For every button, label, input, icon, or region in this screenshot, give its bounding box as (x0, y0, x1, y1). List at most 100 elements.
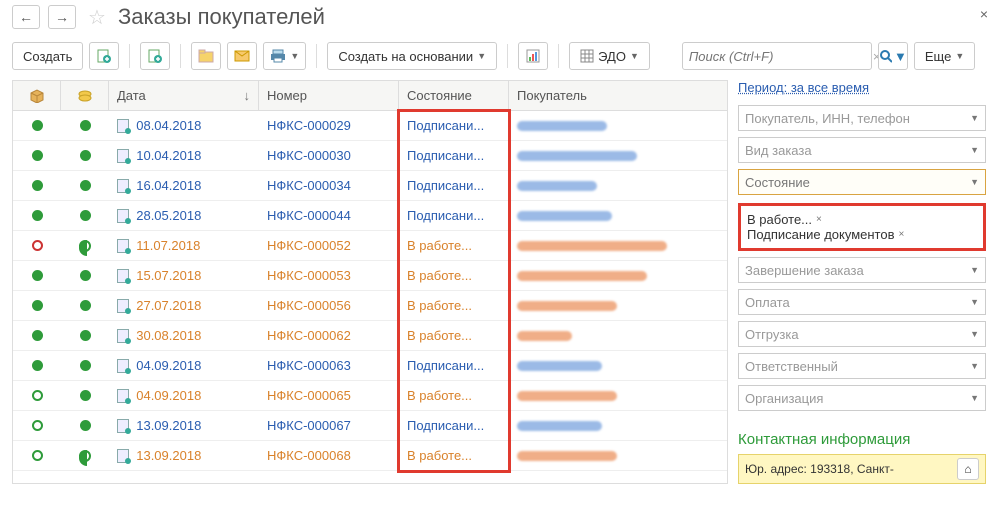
col-status2[interactable] (61, 81, 109, 110)
filter-organization[interactable]: Организация▼ (738, 385, 986, 411)
document-icon (117, 209, 129, 223)
row-date: 10.04.2018 (136, 148, 201, 163)
row-number: НФКС-000044 (259, 201, 399, 230)
table-row[interactable]: 16.04.2018НФКС-000034Подписани... (13, 171, 727, 201)
table-row[interactable]: 04.09.2018НФКС-000063Подписани... (13, 351, 727, 381)
favorite-star-icon[interactable]: ☆ (88, 5, 106, 30)
row-number: НФКС-000068 (259, 441, 399, 470)
status-dot-icon (32, 270, 43, 281)
search-input-wrap[interactable]: × (682, 42, 872, 70)
row-date: 16.04.2018 (136, 178, 201, 193)
mail-button[interactable] (227, 42, 257, 70)
nav-back-button[interactable]: ← (12, 5, 40, 29)
buyer-blurred (517, 301, 617, 311)
table-row[interactable]: 15.07.2018 НФКС-000053В работе... (13, 261, 727, 291)
table-row[interactable]: 30.08.2018НФКС-000062В работе... (13, 321, 727, 351)
search-button[interactable]: ▼ (878, 42, 908, 70)
folder-button[interactable] (191, 42, 221, 70)
status-ring-icon (32, 390, 43, 401)
status-ring-icon (32, 420, 43, 431)
row-state: В работе... (399, 231, 509, 260)
home-icon[interactable]: ⌂ (957, 458, 979, 480)
table-row[interactable]: 04.09.2018НФКС-000065В работе... (13, 381, 727, 411)
report-button[interactable] (518, 42, 548, 70)
table-row[interactable]: 13.09.2018НФКС-000067Подписани... (13, 411, 727, 441)
buyer-blurred (517, 151, 637, 161)
filter-payment[interactable]: Оплата▼ (738, 289, 986, 315)
document-icon (117, 119, 129, 133)
contact-info-title: Контактная информация (738, 431, 986, 448)
row-date: 30.08.2018 (136, 328, 201, 343)
filter-order-type[interactable]: Вид заказа▼ (738, 137, 986, 163)
buyer-blurred (517, 361, 602, 371)
add-line-button[interactable] (140, 42, 170, 70)
status-dot-icon (80, 180, 91, 191)
buyer-blurred (517, 181, 597, 191)
row-state: Подписани... (399, 141, 509, 170)
close-icon[interactable]: × (980, 6, 988, 22)
buyer-blurred (517, 421, 602, 431)
row-state: В работе... (399, 261, 509, 290)
period-link[interactable]: Период: за все время (738, 80, 986, 95)
status-dot-icon (80, 120, 91, 131)
edo-button[interactable]: ЭДО ▼ (569, 42, 650, 70)
page-title: Заказы покупателей (118, 4, 325, 30)
row-state: В работе... (399, 291, 509, 320)
table-row[interactable]: 08.04.2018НФКС-000029Подписани... (13, 111, 727, 141)
create-based-button[interactable]: Создать на основании ▼ (327, 42, 497, 70)
filter-finish[interactable]: Завершение заказа▼ (738, 257, 986, 283)
table-row[interactable]: 13.09.2018НФКС-000068В работе... (13, 441, 727, 471)
col-date[interactable]: Дата (109, 81, 259, 110)
create-button-label: Создать (23, 49, 72, 64)
create-button[interactable]: Создать (12, 42, 83, 70)
state-tag[interactable]: В работе...× (747, 212, 822, 227)
edo-label: ЭДО (598, 49, 626, 64)
row-date: 11.07.2018 (136, 238, 200, 253)
status-dot-icon (80, 210, 91, 221)
table-row[interactable]: 10.04.2018 НФКС-000030Подписани... (13, 141, 727, 171)
document-icon (117, 359, 129, 373)
row-number: НФКС-000067 (259, 411, 399, 440)
state-tag[interactable]: Подписание документов× (747, 227, 904, 242)
status-dot-icon (32, 150, 43, 161)
table-row[interactable]: 11.07.2018НФКС-000052В работе... (13, 231, 727, 261)
filter-buyer[interactable]: Покупатель, ИНН, телефон▼ (738, 105, 986, 131)
document-icon (117, 269, 129, 283)
document-icon (117, 179, 129, 193)
row-date: 15.07.2018 (136, 268, 201, 283)
status-dot-icon (32, 360, 43, 371)
col-status1[interactable] (13, 81, 61, 110)
document-icon (117, 389, 129, 403)
create-based-label: Создать на основании (338, 49, 473, 64)
filter-state[interactable]: Состояние▼ (738, 169, 986, 195)
row-date: 04.09.2018 (136, 358, 201, 373)
row-date: 27.07.2018 (136, 298, 201, 313)
buyer-blurred (517, 241, 667, 251)
col-state[interactable]: Состояние (399, 81, 509, 110)
search-input[interactable] (687, 48, 869, 65)
create-copy-button[interactable] (89, 42, 119, 70)
row-number: НФКС-000053 (259, 261, 399, 290)
row-date: 13.09.2018 (136, 448, 201, 463)
filter-responsible[interactable]: Ответственный▼ (738, 353, 986, 379)
status-dot-icon (32, 180, 43, 191)
document-icon (117, 449, 129, 463)
document-icon (117, 419, 129, 433)
tag-remove-icon[interactable]: × (816, 214, 822, 225)
row-number: НФКС-000030 (259, 141, 399, 170)
row-date: 28.05.2018 (136, 208, 201, 223)
tag-remove-icon[interactable]: × (898, 229, 904, 240)
status-ring-icon (32, 450, 43, 461)
nav-forward-button[interactable]: → (48, 5, 76, 29)
col-number[interactable]: Номер (259, 81, 399, 110)
row-number: НФКС-000034 (259, 171, 399, 200)
print-button[interactable]: ▼ (263, 42, 306, 70)
filter-shipment[interactable]: Отгрузка▼ (738, 321, 986, 347)
more-button[interactable]: Еще ▼ (914, 42, 975, 70)
box-icon (29, 89, 45, 103)
table-row[interactable]: 27.07.2018 НФКС-000056В работе... (13, 291, 727, 321)
buyer-blurred (517, 211, 612, 221)
table-row[interactable]: 28.05.2018НФКС-000044Подписани... (13, 201, 727, 231)
col-buyer[interactable]: Покупатель (509, 81, 727, 110)
row-number: НФКС-000056 (259, 291, 399, 320)
